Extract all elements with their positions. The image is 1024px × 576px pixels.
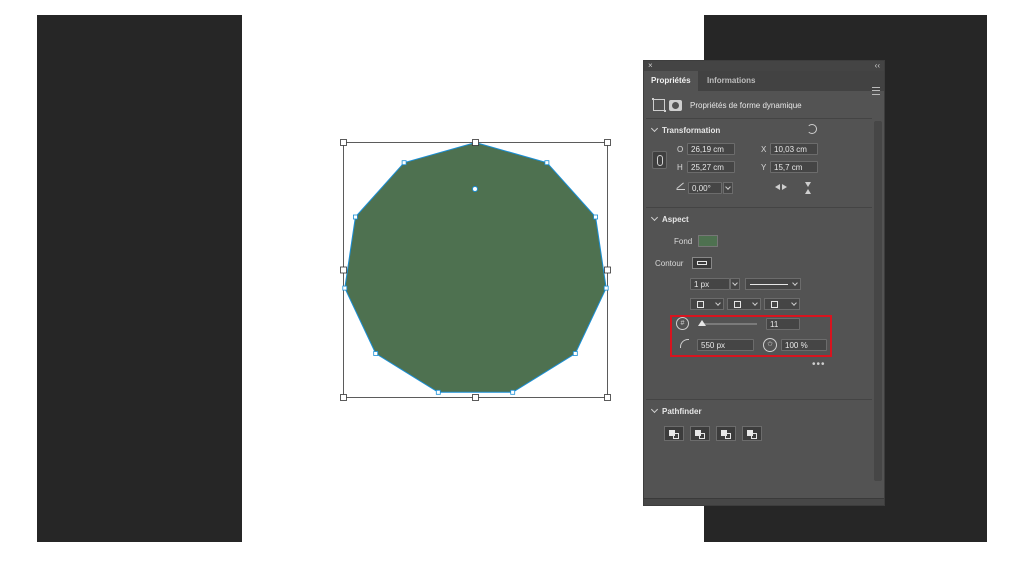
- x-label: X: [761, 145, 767, 154]
- transform-handle[interactable]: [604, 139, 611, 146]
- section-pathfinder[interactable]: Pathfinder: [650, 405, 702, 416]
- stroke-swatch[interactable]: [692, 257, 712, 269]
- width-label: O: [677, 145, 684, 154]
- divider: [646, 399, 872, 400]
- height-label: H: [677, 163, 683, 172]
- pathfinder-intersect-button[interactable]: [716, 426, 736, 441]
- pathfinder-unite-button[interactable]: [664, 426, 684, 441]
- section-aspect[interactable]: Aspect: [650, 213, 689, 224]
- panel-scrollbar[interactable]: [874, 121, 882, 481]
- transform-handle[interactable]: [472, 139, 479, 146]
- line-style-dropdown[interactable]: [745, 278, 801, 290]
- link-dimensions-icon[interactable]: [652, 151, 667, 169]
- stroke-cap-dropdown[interactable]: [727, 298, 761, 310]
- stroke-width-field[interactable]: 1 px: [690, 278, 730, 290]
- chevron-down-icon: [650, 124, 659, 133]
- anchor-point[interactable]: [572, 351, 578, 356]
- panel-topbar: [644, 61, 884, 71]
- stroke-cap-icon: [734, 301, 741, 308]
- stroke-align-icon: [697, 301, 704, 308]
- width-field[interactable]: 26,19 cm: [687, 143, 735, 155]
- stroke-corner-icon: [771, 301, 778, 308]
- pathfinder-subtract-button[interactable]: [690, 426, 710, 441]
- tab-proprietes[interactable]: Propriétés: [644, 71, 698, 91]
- y-field[interactable]: 15,7 cm: [770, 161, 818, 173]
- stroke-label: Contour: [655, 259, 684, 268]
- anchor-point[interactable]: [342, 285, 348, 291]
- anchor-point[interactable]: [373, 351, 379, 356]
- stroke-width-dropdown-icon[interactable]: [730, 278, 740, 290]
- mask-icon[interactable]: [669, 99, 682, 111]
- panel-bottom-bar: [644, 498, 884, 505]
- angle-dropdown-icon[interactable]: [723, 182, 733, 194]
- anchor-point[interactable]: [435, 389, 441, 395]
- anchor-point[interactable]: [593, 214, 598, 220]
- anchor-point[interactable]: [352, 214, 358, 220]
- transform-handle[interactable]: [472, 394, 479, 401]
- stroke-corner-dropdown[interactable]: [764, 298, 800, 310]
- anchor-point[interactable]: [510, 389, 516, 395]
- chevron-down-icon: [650, 213, 659, 222]
- transform-handle[interactable]: [604, 266, 611, 274]
- highlight-box: [670, 315, 832, 357]
- angle-icon: [676, 183, 685, 190]
- more-options-icon[interactable]: •••: [812, 359, 826, 370]
- transform-handle[interactable]: [340, 266, 347, 274]
- collapse-icon[interactable]: ‹‹: [875, 61, 880, 71]
- header-title: Propriétés de forme dynamique: [690, 100, 802, 110]
- tab-informations[interactable]: Informations: [700, 71, 762, 91]
- tab-bar: Propriétés Informations: [644, 71, 884, 95]
- polygon-shape[interactable]: [344, 141, 607, 393]
- flip-horizontal-icon[interactable]: [775, 183, 787, 191]
- fill-label: Fond: [674, 237, 693, 246]
- anchor-point[interactable]: [544, 160, 550, 166]
- transform-box-icon[interactable]: [652, 98, 666, 112]
- panel-menu-icon[interactable]: [872, 87, 880, 95]
- divider: [646, 118, 872, 119]
- section-transformation[interactable]: Transformation: [650, 124, 720, 135]
- transform-handle[interactable]: [340, 394, 347, 401]
- properties-panel: × ‹‹ Propriétés Informations Propriétés …: [643, 60, 885, 506]
- panel-header: Propriétés de forme dynamique: [652, 98, 802, 112]
- anchor-point[interactable]: [603, 285, 609, 291]
- x-field[interactable]: 10,03 cm: [770, 143, 818, 155]
- close-icon[interactable]: ×: [648, 61, 653, 71]
- pathfinder-exclude-button[interactable]: [742, 426, 762, 441]
- flip-vertical-icon[interactable]: [804, 182, 812, 194]
- y-label: Y: [761, 163, 767, 172]
- fill-swatch[interactable]: [698, 235, 718, 247]
- divider: [646, 207, 872, 208]
- transform-handle[interactable]: [604, 394, 611, 401]
- reset-transform-icon[interactable]: [807, 124, 817, 134]
- chevron-down-icon: [650, 405, 659, 414]
- center-point[interactable]: [472, 186, 478, 192]
- transform-handle[interactable]: [340, 139, 347, 146]
- angle-field[interactable]: 0,00°: [688, 182, 722, 194]
- height-field[interactable]: 25,27 cm: [687, 161, 735, 173]
- anchor-point[interactable]: [401, 160, 407, 166]
- stroke-align-dropdown[interactable]: [690, 298, 724, 310]
